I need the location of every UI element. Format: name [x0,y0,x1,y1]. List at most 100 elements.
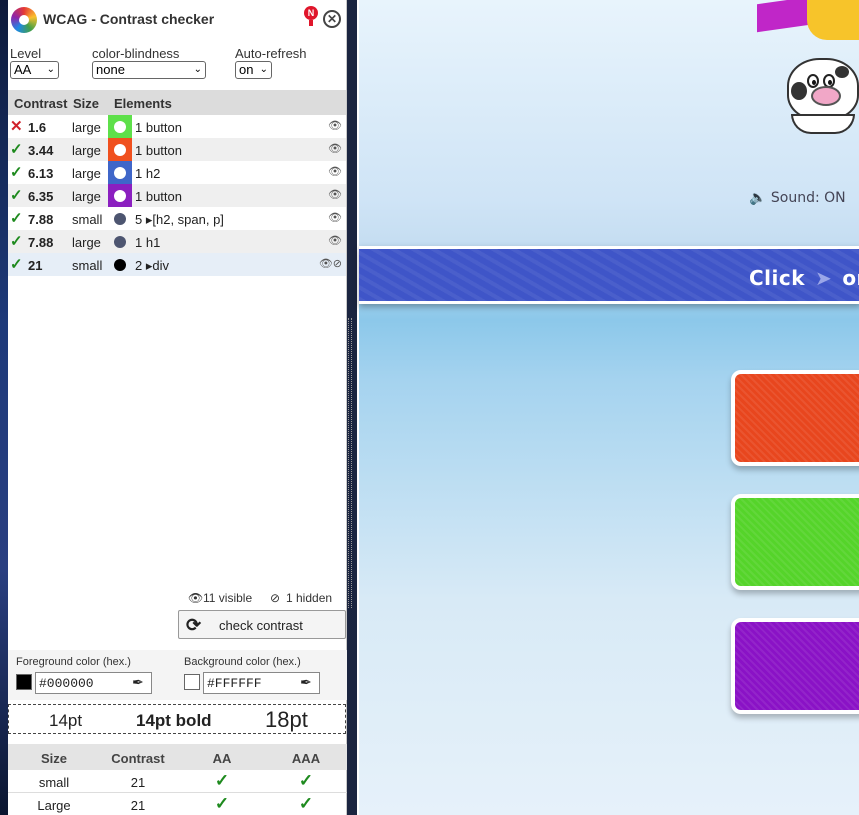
panel-title: WCAG - Contrast checker [43,11,215,27]
text-size: small [72,212,103,227]
contrast-ratio: 1.6 [28,120,47,135]
sound-toggle[interactable]: 🔈 Sound: ON [749,190,846,206]
check-contrast-button[interactable]: ⟳ check contrast [178,610,346,639]
cow-spot [791,82,807,100]
close-icon[interactable]: ✕ [323,10,341,28]
background-swatch[interactable] [184,674,200,690]
contrast-ratio: 3.44 [28,143,54,158]
table-row[interactable]: ✓ 21 small 2 ▸div 👁⊘ [8,253,346,276]
preview-14pt-bold: 14pt bold [136,711,212,730]
panel-resize-handle[interactable] [348,318,352,608]
text-size: small [72,258,103,273]
elements-summary[interactable]: 1 button [135,143,182,158]
size-header: Size [40,751,68,766]
conformance-rows: small 21 ✓ ✓ Large 21 ✓ ✓ [8,770,347,815]
table-row[interactable]: ✕ 1.6 large 1 button 👁 [8,115,346,138]
level-select[interactable]: AA ⌄ [10,61,59,79]
table-row[interactable]: ✓ 7.88 small 5 ▸[h2, span, p] 👁 [8,207,346,230]
elements-summary[interactable]: 1 h2 [135,166,160,181]
green-game-button[interactable] [731,494,859,590]
notification-badge-icon[interactable]: N [304,6,318,20]
color-blindness-setting: color-blindness none ⌄ [92,46,206,79]
eye-slash-icon: ⊘ [270,591,281,605]
auto-refresh-select[interactable]: on ⌄ [235,61,272,79]
purple-game-button[interactable] [731,618,859,714]
contrast-ratio: 7.88 [28,235,54,250]
table-row: small 21 ✓ ✓ [8,770,347,793]
color-dot [114,213,126,225]
orange-game-button[interactable] [731,370,859,466]
contrast-rows: ✕ 1.6 large 1 button 👁 ✓ 3.44 large 1 button 👁 ✓ 6.… [8,115,346,276]
auto-refresh-label: Auto-refresh [235,46,307,61]
eye-icon[interactable]: 👁 [328,234,342,247]
text-size: large [72,143,101,158]
aa-header: AA [212,751,232,766]
aaa-pass-icon: ✓ [298,794,314,813]
check-icon: ✓ [10,233,23,250]
eyedropper-icon[interactable]: ✒ [132,674,144,691]
auto-refresh-setting: Auto-refresh on ⌄ [235,46,307,79]
level-value: AA [14,62,32,77]
check-icon: ✓ [10,210,23,227]
color-blindness-select[interactable]: none ⌄ [92,61,206,79]
elements-summary[interactable]: 1 button [135,189,182,204]
preview-14pt: 14pt [49,711,83,730]
banner-text: Click ➤ or [749,266,859,290]
banner-click: Click [749,266,806,290]
contrast-checker-panel: WCAG - Contrast checker N ✕ Level AA ⌄ co… [8,0,352,815]
contrast-header: Contrast [111,751,165,766]
game-page: 🔈 Sound: ON Click ➤ or [357,0,859,815]
hidden-count: 1 hidden [286,591,333,605]
contrast-ratio: 6.35 [28,189,54,204]
size-column-header[interactable]: Size [73,96,99,111]
check-icon: ✓ [10,141,23,158]
eye-icon[interactable]: 👁 [328,119,342,132]
elements-summary[interactable]: 1 h1 [135,235,160,250]
foreground-color-label: Foreground color (hex.) [16,656,131,668]
color-swatch [108,115,132,138]
table-row[interactable]: ✓ 6.13 large 1 h2 👁 [8,161,346,184]
cow-spot [835,66,849,78]
color-swatch [108,184,132,207]
color-swatch [108,230,132,253]
eye-icon[interactable]: 👁 [328,165,342,178]
contrast-ratio: 21 [28,258,43,273]
elements-summary[interactable]: 5 ▸[h2, span, p] [135,212,224,228]
color-swatch [108,207,132,230]
refresh-icon: ⟳ [186,615,202,635]
eye-icon[interactable]: 👁 [328,142,342,155]
elements-column-header[interactable]: Elements [114,96,172,111]
eye-toggle-icon[interactable]: 👁⊘ [319,257,342,270]
settings-bar: Level AA ⌄ color-blindness none ⌄ Auto-ref… [8,40,346,90]
cow-eye [807,74,819,88]
fail-icon: ✕ [10,118,23,135]
text-size-preview: 14pt 14pt bold 18pt [8,704,346,734]
table-row[interactable]: ✓ 3.44 large 1 button 👁 [8,138,346,161]
aa-pass-icon: ✓ [214,794,230,813]
results-table-header: Contrast Size Elements [8,90,346,115]
foreground-swatch[interactable] [16,674,32,690]
table-row[interactable]: ✓ 7.88 large 1 h1 👁 [8,230,346,253]
eye-icon: 👁 [188,591,204,605]
elements-summary[interactable]: 1 button [135,120,182,135]
chevron-down-icon: ⌄ [46,64,55,75]
size-cell: small [38,775,70,790]
sound-label: Sound: ON [770,190,846,206]
auto-refresh-value: on [239,62,254,77]
contrast-ratio: 6.13 [28,166,54,181]
contrast-column-header[interactable]: Contrast [14,96,67,111]
eyedropper-icon[interactable]: ✒ [300,674,312,691]
eye-icon[interactable]: 👁 [328,211,342,224]
panel-header: WCAG - Contrast checker N ✕ [8,0,346,40]
cow-mascot [787,52,859,134]
text-size: large [72,189,101,204]
eye-icon[interactable]: 👁 [328,188,342,201]
elements-summary[interactable]: 2 ▸div [135,258,169,274]
table-row[interactable]: ✓ 6.35 large 1 button 👁 [8,184,346,207]
conformance-table: Size Contrast AA AAA small 21 ✓ ✓ Large 21 ✓ ✓ [8,744,347,815]
level-label: Level [10,46,42,61]
instruction-banner: Click ➤ or [359,246,859,304]
level-setting: Level AA ⌄ [10,46,59,79]
color-blindness-value: none [96,62,125,77]
contrast-cell: 21 [130,798,146,813]
